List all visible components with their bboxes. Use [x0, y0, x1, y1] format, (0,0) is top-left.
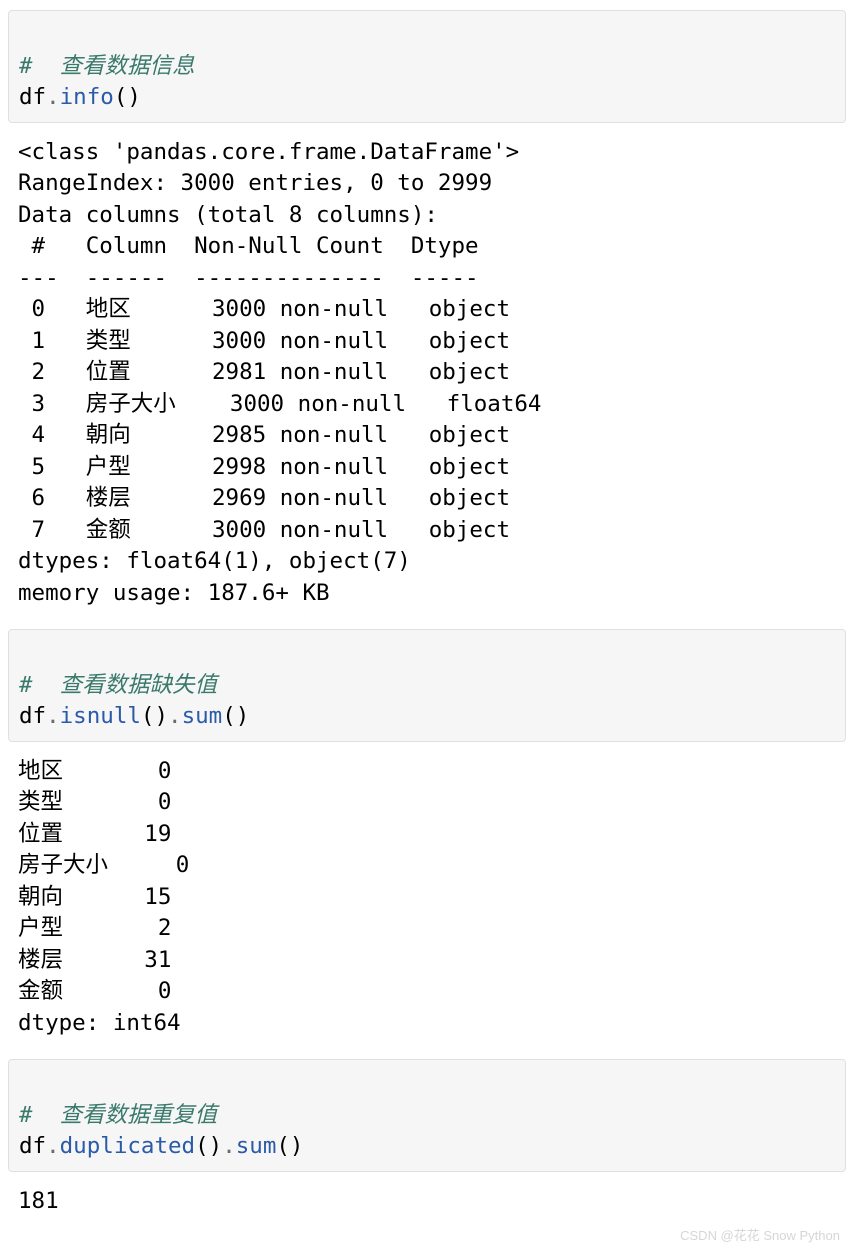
- dot: .: [168, 703, 182, 729]
- code-cell-2: # 查看数据缺失值 df.isnull().sum(): [8, 629, 846, 742]
- dot: .: [46, 703, 60, 729]
- output-cell-1: <class 'pandas.core.frame.DataFrame'> Ra…: [6, 131, 848, 620]
- output-cell-3: 181: [6, 1180, 848, 1228]
- code-method: duplicated: [60, 1133, 195, 1159]
- code-cell-1: # 查看数据信息 df.info(): [8, 10, 846, 123]
- parens: (): [195, 1133, 222, 1159]
- dot: .: [46, 1133, 60, 1159]
- output-cell-2: 地区 0 类型 0 位置 19 房子大小 0 朝向 15 户型 2 楼层 31 …: [6, 750, 848, 1050]
- dot: .: [46, 84, 60, 110]
- parens: (): [222, 703, 249, 729]
- parens: (): [276, 1133, 303, 1159]
- code-method: info: [60, 84, 114, 110]
- dot: .: [222, 1133, 236, 1159]
- code-obj: df: [19, 84, 46, 110]
- code-method: isnull: [60, 703, 141, 729]
- code-obj: df: [19, 1133, 46, 1159]
- parens: (): [141, 703, 168, 729]
- comment: # 查看数据重复值: [19, 1102, 217, 1128]
- parens: (): [114, 84, 141, 110]
- code-obj: df: [19, 703, 46, 729]
- comment: # 查看数据缺失值: [19, 672, 217, 698]
- code-method: sum: [236, 1133, 277, 1159]
- comment: # 查看数据信息: [19, 53, 195, 79]
- code-method: sum: [182, 703, 223, 729]
- code-cell-3: # 查看数据重复值 df.duplicated().sum(): [8, 1059, 846, 1172]
